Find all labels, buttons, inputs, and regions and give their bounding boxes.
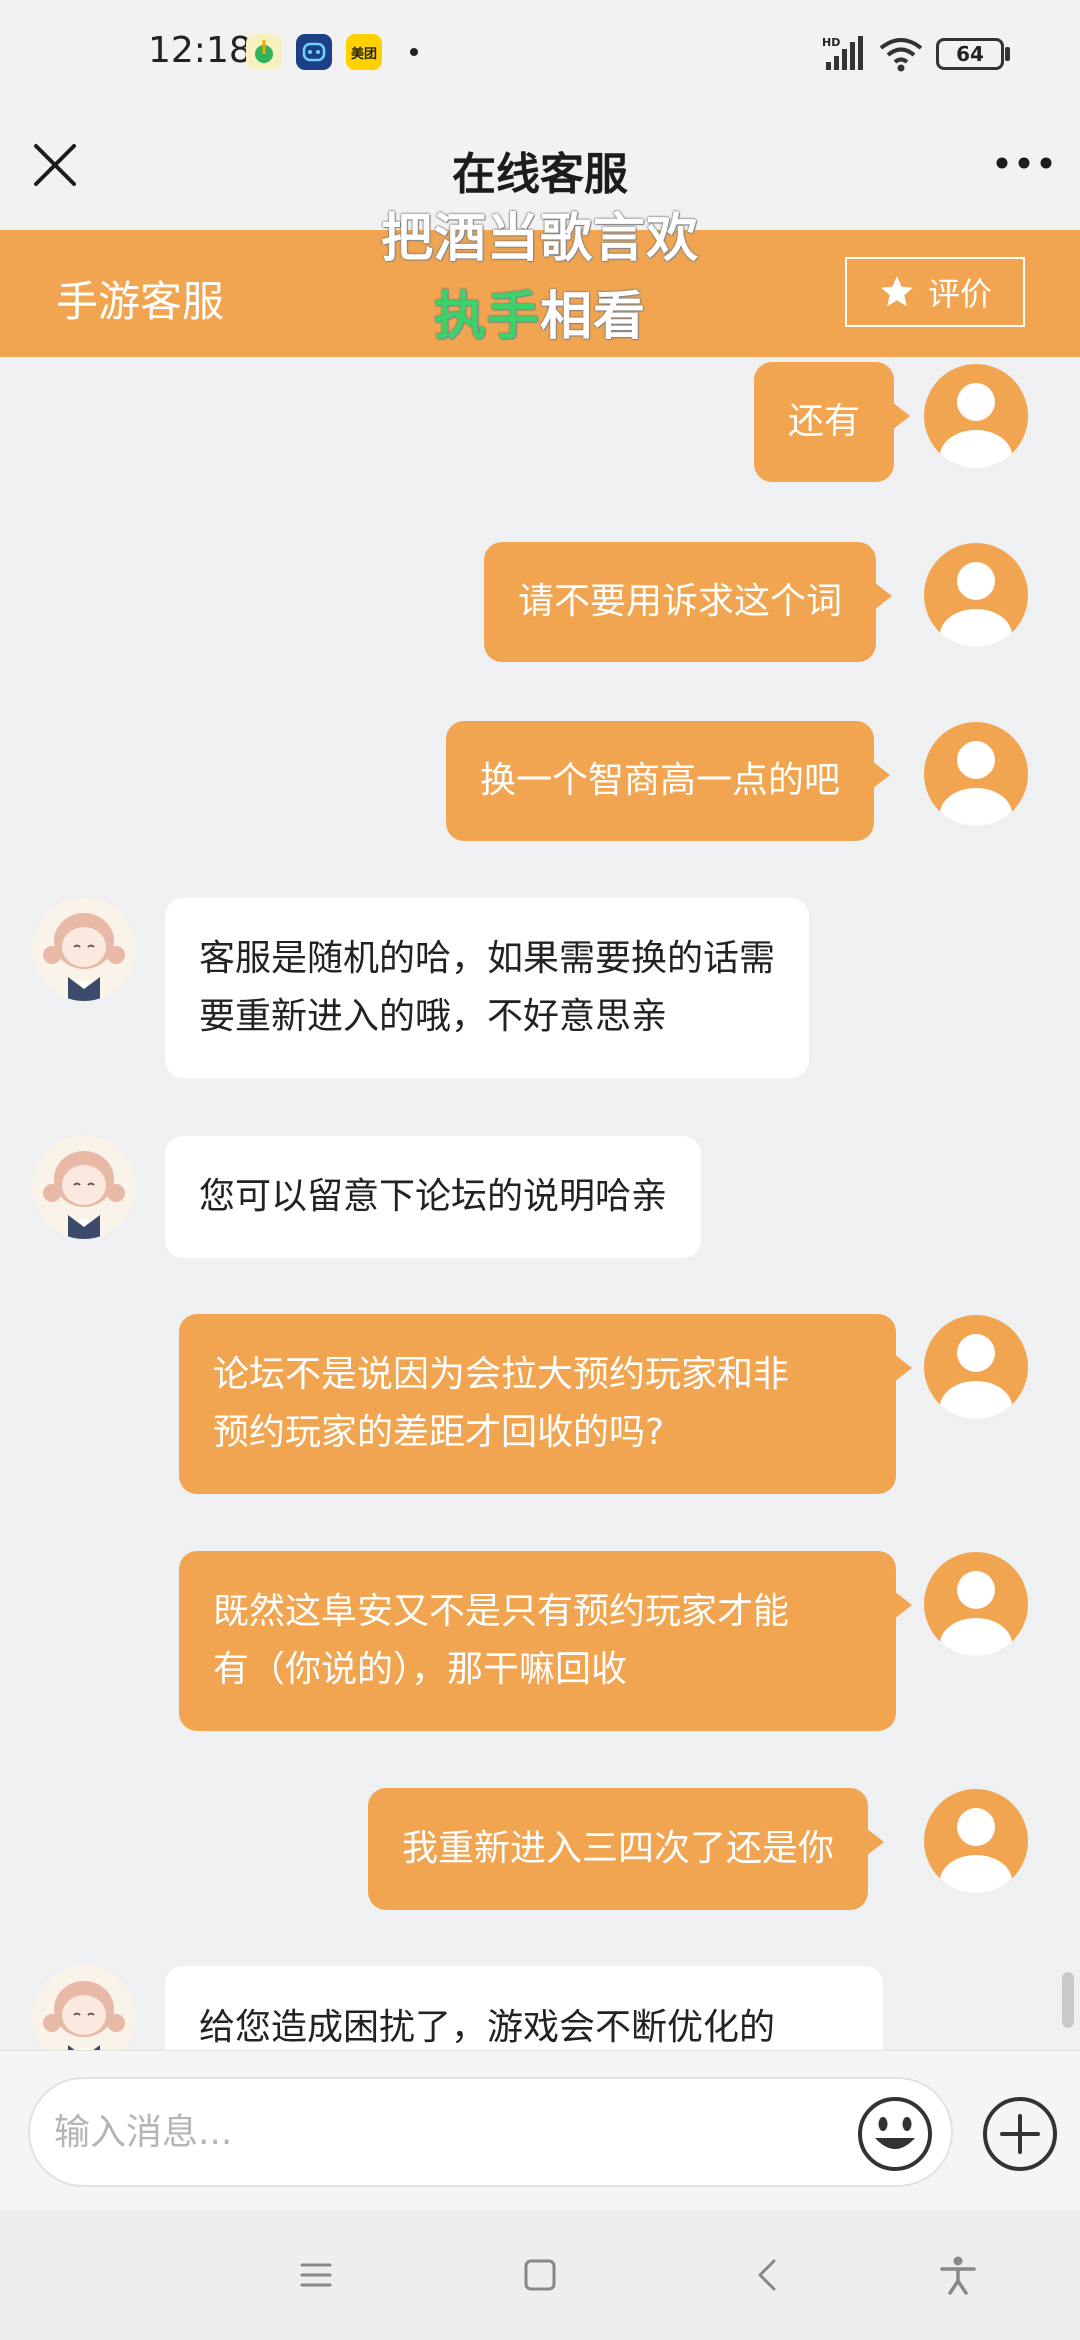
agent-message-bubble: 客服是随机的哈，如果需要换的话需 要重新进入的哦，不好意思亲 <box>165 898 810 1078</box>
battery-level: 64 <box>956 42 984 66</box>
signal-icon: HD <box>822 36 863 70</box>
user-avatar[interactable] <box>924 364 1028 468</box>
user-avatar[interactable] <box>924 722 1028 826</box>
message-text-line: 客服是随机的哈，如果需要换的话需 <box>199 938 776 979</box>
message-text: 还有 <box>788 401 861 442</box>
message-text-line: 预约玩家的差距才回收的吗? <box>213 1412 665 1453</box>
user-message-bubble: 还有 <box>754 362 911 482</box>
agent-message-bubble: 您可以留意下论坛的说明哈亲 <box>165 1136 702 1258</box>
notification-dot <box>410 48 418 56</box>
message-text-line: 既然这阜安又不是只有预约玩家才能 <box>213 1591 790 1632</box>
accessibility-icon[interactable] <box>938 2255 978 2295</box>
lyric-line-2: 执手相看 <box>0 274 1080 349</box>
message-input-wrapper <box>28 2077 953 2187</box>
back-icon[interactable] <box>748 2255 788 2295</box>
emoji-icon[interactable] <box>855 2094 935 2174</box>
user-message-bubble: 既然这阜安又不是只有预约玩家才能 有（你说的），那干嘛回收 <box>179 1551 912 1731</box>
message-text-line: 要重新进入的哦，不好意思亲 <box>199 996 668 1037</box>
meituan-app-icon: 美团 <box>346 34 382 70</box>
user-message-bubble: 论坛不是说因为会拉大预约玩家和非 预约玩家的差距才回收的吗? <box>179 1314 912 1494</box>
agent-avatar[interactable] <box>32 1135 136 1239</box>
status-time: 12:18 <box>148 30 252 71</box>
status-bar: 12:18 美团 HD 64 <box>0 0 1080 110</box>
home-icon[interactable] <box>520 2255 560 2295</box>
qq-music-app-icon <box>246 34 282 70</box>
user-message-bubble: 换一个智商高一点的吧 <box>446 721 891 841</box>
page-title: 在线客服 <box>452 149 628 200</box>
user-avatar[interactable] <box>924 543 1028 647</box>
battery-icon: 64 <box>936 38 1004 70</box>
message-text: 请不要用诉求这个词 <box>518 581 843 622</box>
message-text: 换一个智商高一点的吧 <box>480 760 841 801</box>
wifi-icon <box>879 38 923 72</box>
menu-icon[interactable] <box>296 2255 336 2295</box>
user-message-bubble: 我重新进入三四次了还是你 <box>368 1788 885 1910</box>
chat-area[interactable]: 还有 请不要用诉求这个词 换一个智商高一点的吧 客服是随机的哈，如果需要换的话需… <box>0 357 1080 2050</box>
lyric-highlight: 执手 <box>433 287 540 347</box>
lyric-rest: 相看 <box>540 287 647 347</box>
agent-avatar[interactable] <box>32 897 136 1001</box>
more-icon[interactable] <box>994 148 1054 178</box>
user-message-bubble: 请不要用诉求这个词 <box>484 542 893 662</box>
message-text: 您可以留意下论坛的说明哈亲 <box>199 1176 668 1217</box>
message-input[interactable] <box>54 2099 854 2165</box>
agent-message-bubble: 给您造成困扰了，游戏会不断优化的 <box>165 1966 883 2050</box>
message-text-line: 论坛不是说因为会拉大预约玩家和非 <box>213 1354 790 1395</box>
user-avatar[interactable] <box>924 1315 1028 1419</box>
message-text: 给您造成困扰了，游戏会不断优化的 <box>199 2007 776 2048</box>
user-avatar[interactable] <box>924 1789 1028 1893</box>
chat-scrollbar[interactable] <box>1062 1972 1074 2028</box>
battery-tip <box>1005 47 1010 61</box>
plus-icon[interactable] <box>980 2094 1060 2174</box>
svg-text:HD: HD <box>822 36 840 49</box>
agent-avatar[interactable] <box>32 1965 136 2050</box>
user-avatar[interactable] <box>924 1552 1028 1656</box>
system-nav-bar <box>0 2210 1080 2340</box>
message-text: 我重新进入三四次了还是你 <box>402 1828 835 1869</box>
message-text-line: 有（你说的），那干嘛回收 <box>213 1649 628 1690</box>
lyric-line-1: 把酒当歌言欢 <box>380 209 699 269</box>
assistant-app-icon <box>296 34 332 70</box>
